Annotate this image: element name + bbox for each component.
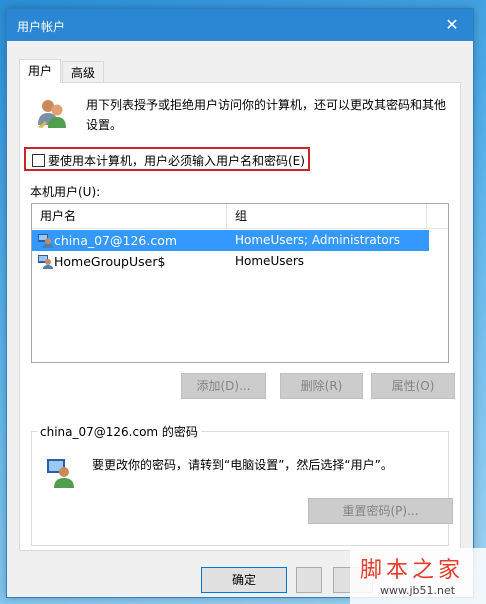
users-list[interactable]: 用户名 组 china_07@126.com HomeUsers; Admini… <box>31 203 449 363</box>
users-icon <box>38 100 66 128</box>
user-password-icon <box>47 459 74 488</box>
intro-text: 用下列表授予或拒绝用户访问你的计算机，还可以更改其密码和其他设置。 <box>86 98 447 132</box>
column-header-group[interactable]: 组 <box>227 204 427 228</box>
table-row[interactable]: HomeGroupUser$ HomeUsers <box>32 251 429 272</box>
title-bar[interactable]: 用户帐户 ✕ <box>7 9 473 41</box>
require-login-checkbox[interactable] <box>32 154 45 167</box>
tab-users[interactable]: 用户 <box>19 59 62 83</box>
row-username: china_07@126.com <box>54 233 178 248</box>
tab-users-label: 用户 <box>28 64 53 78</box>
tab-advanced[interactable]: 高级 <box>62 61 105 83</box>
user-icon <box>38 255 53 269</box>
tab-advanced-label: 高级 <box>71 66 96 80</box>
close-icon[interactable]: ✕ <box>431 9 473 41</box>
remove-button[interactable]: 删除(R) <box>280 373 363 399</box>
apply-button[interactable] <box>333 567 373 593</box>
row-username: HomeGroupUser$ <box>54 254 166 269</box>
local-users-label: 本机用户(U): <box>30 185 101 199</box>
user-icon <box>38 234 53 248</box>
row-group: HomeUsers; Administrators <box>235 233 400 247</box>
properties-button[interactable]: 属性(O) <box>371 373 455 399</box>
password-groupbox: china_07@126.com 的密码 要更改你的密码，请转到“电脑设置”，然… <box>31 423 453 546</box>
require-login-label[interactable]: 要使用本计算机，用户必须输入用户名和密码(E) <box>48 152 305 169</box>
add-button[interactable]: 添加(D)... <box>181 373 266 399</box>
cancel-button[interactable] <box>296 567 322 593</box>
column-header-username[interactable]: 用户名 <box>32 204 227 228</box>
password-instructions: 要更改你的密码，请转到“电脑设置”，然后选择“用户”。 <box>92 458 393 472</box>
row-group: HomeUsers <box>235 254 305 268</box>
password-group-legend: china_07@126.com 的密码 <box>37 423 201 440</box>
users-list-header: 用户名 组 <box>32 204 448 229</box>
window-title: 用户帐户 <box>17 20 66 34</box>
user-accounts-dialog: 用户帐户 ✕ 用户 高级 用下列表授予或拒绝用户访问你的计算机，还可以更改其密码… <box>6 8 474 598</box>
users-tab-panel: 用下列表授予或拒绝用户访问你的计算机，还可以更改其密码和其他设置。 要使用本计算… <box>19 82 461 551</box>
reset-password-button[interactable]: 重置密码(P)... <box>308 498 453 524</box>
ok-button[interactable]: 确定 <box>201 567 287 593</box>
table-row[interactable]: china_07@126.com HomeUsers; Administrato… <box>32 230 429 251</box>
require-login-row[interactable]: 要使用本计算机，用户必须输入用户名和密码(E) <box>24 147 310 171</box>
dialog-body: 用户 高级 用下列表授予或拒绝用户访问你的计算机，还可以更改其密码和其他设置。 … <box>7 41 473 597</box>
